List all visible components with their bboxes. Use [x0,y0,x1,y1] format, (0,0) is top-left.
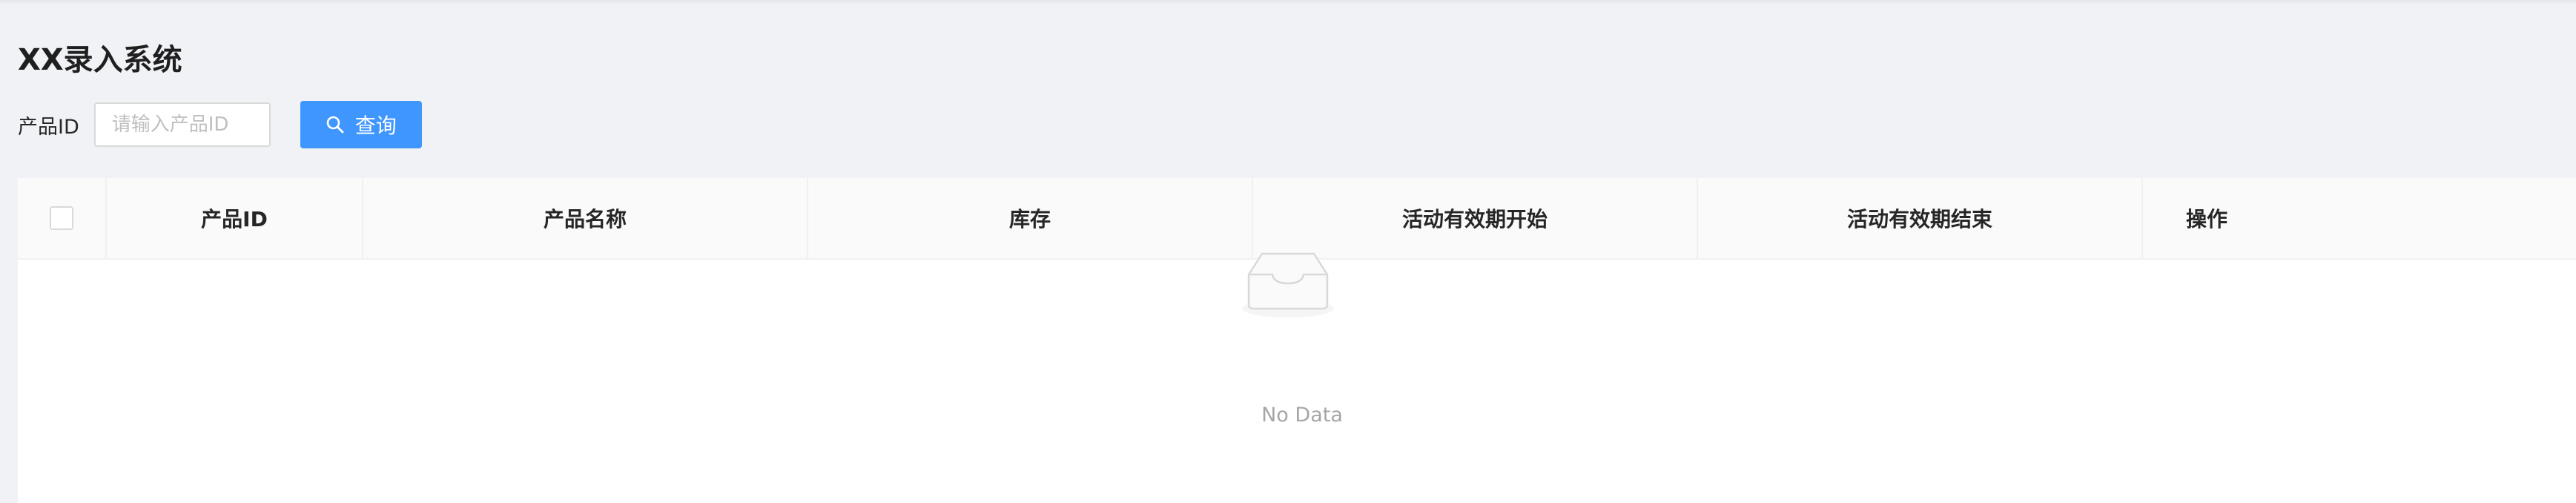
product-table: 产品ID 产品名称 库存 活动有效期开始 活动有效期结束 操作 [18,178,2576,503]
select-all-checkbox[interactable] [50,206,73,230]
inbox-icon [1231,245,1345,322]
column-header-actions: 操作 [2186,207,2228,231]
search-icon [326,115,345,134]
search-button[interactable]: 查询 [300,101,422,148]
column-header-stock[interactable]: 库存 [808,178,1253,258]
select-all-cell [18,178,107,258]
column-header-product-id[interactable]: 产品ID [107,178,363,258]
product-id-input[interactable] [93,102,271,147]
search-button-label: 查询 [354,114,397,138]
column-header-product-name[interactable]: 产品名称 [363,178,808,258]
page-title: XX录入系统 [18,43,182,77]
empty-state-text: No Data [1261,404,1343,427]
search-form: 产品ID 查询 [18,101,422,148]
column-header-activity-end[interactable]: 活动有效期结束 [1698,178,2143,258]
product-id-label: 产品ID [18,115,79,139]
top-shadow [0,0,2576,4]
